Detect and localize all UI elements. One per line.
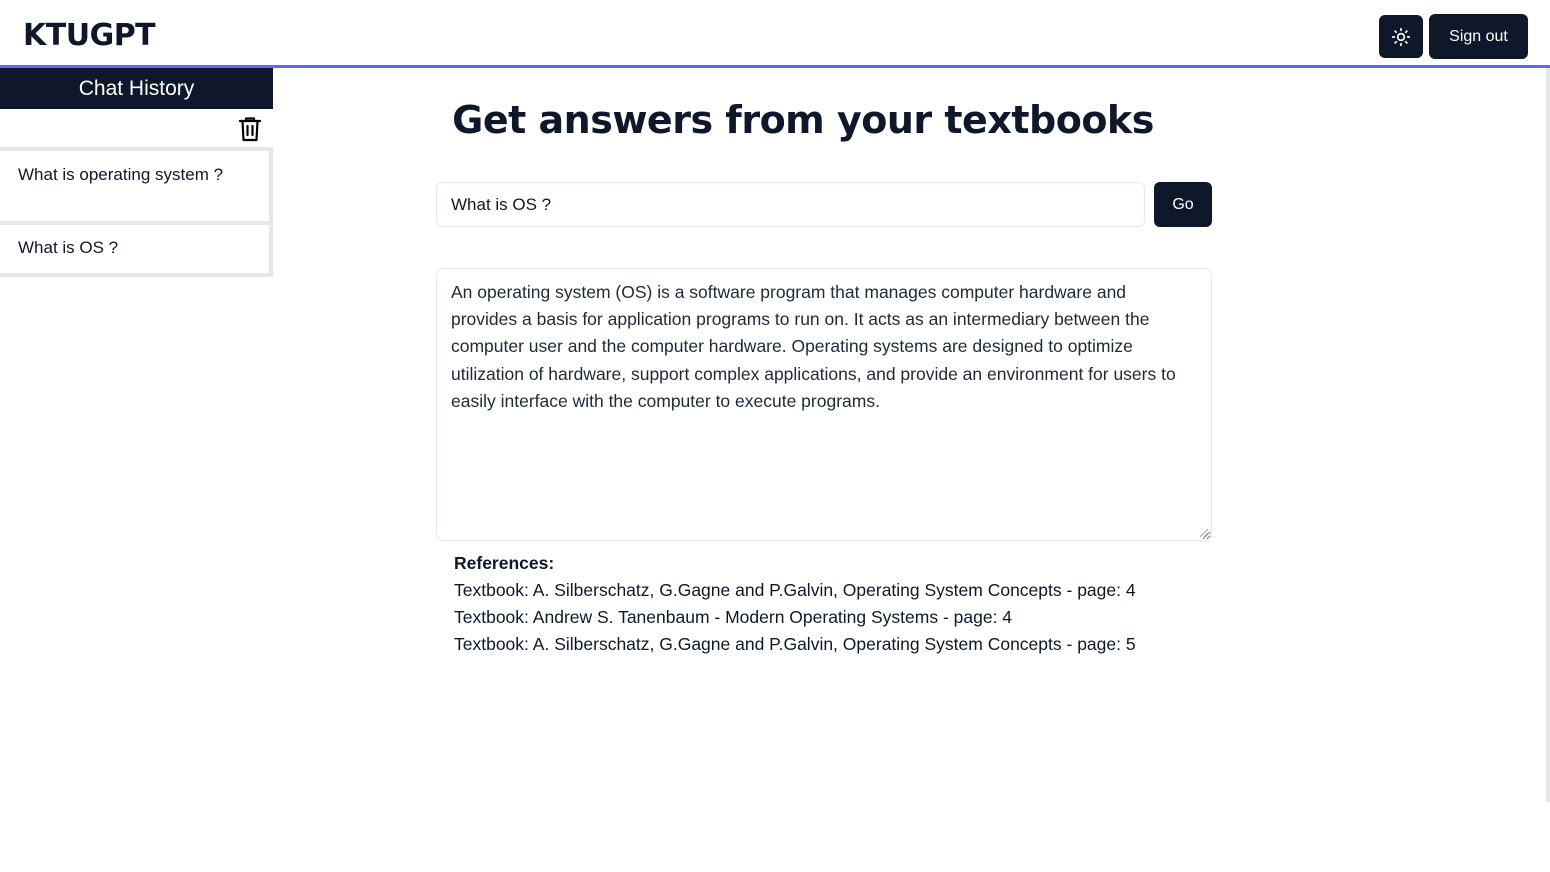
page-title: Get answers from your textbooks [452,98,1154,142]
history-item[interactable]: What is operating system ? [0,147,273,225]
top-header: KTUGPT Sign out [0,0,1550,68]
theme-toggle-button[interactable] [1379,15,1423,58]
history-item[interactable]: What is OS ? [0,225,273,277]
resize-handle-icon[interactable] [1198,527,1209,538]
question-input[interactable] [436,182,1145,227]
sign-out-button[interactable]: Sign out [1429,14,1528,59]
answer-textarea[interactable]: An operating system (OS) is a software p… [436,268,1212,541]
trash-icon [238,117,262,142]
reference-item: Textbook: A. Silberschatz, G.Gagne and P… [454,580,1136,600]
sidebar-title: Chat History [0,68,273,109]
sidebar-toolbar [0,109,273,147]
go-button[interactable]: Go [1154,182,1212,227]
page-scrollbar[interactable] [1546,68,1550,802]
reference-item: Textbook: A. Silberschatz, G.Gagne and P… [454,634,1136,654]
app-logo[interactable]: KTUGPT [23,16,156,56]
clear-history-button[interactable] [236,115,264,143]
references-section: References: Textbook: A. Silberschatz, G… [454,550,1224,658]
references-heading: References: [454,553,555,573]
sun-icon [1391,27,1411,46]
reference-item: Textbook: Andrew S. Tanenbaum - Modern O… [454,607,1013,627]
chat-history-sidebar: Chat History What is operating system ? … [0,68,273,277]
